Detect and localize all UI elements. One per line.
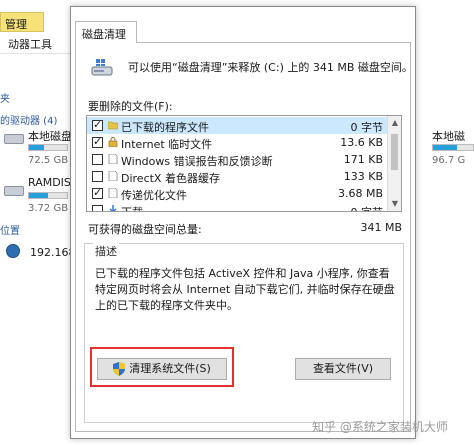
checkbox[interactable] [92,205,103,211]
folder-icon [108,121,118,130]
scroll-down-icon[interactable]: ▼ [388,197,401,211]
disk-cleanup-icon [91,59,113,76]
globe-icon [6,244,20,258]
drive-usage-bar [28,192,68,199]
checkbox[interactable] [92,154,103,165]
checkbox[interactable] [92,135,103,148]
highlight-annotation-box [90,347,234,387]
hard-drive-icon [4,186,24,196]
list-item[interactable]: 已下载的程序文件 0 字节 [87,117,389,134]
list-item[interactable]: Internet 临时文件 13.6 KB [87,134,389,151]
checkbox[interactable] [92,118,103,131]
file-icon [108,188,118,198]
list-item[interactable]: Windows 错误报告和反馈诊断 171 KB [87,151,389,168]
download-arrow-icon [109,205,117,211]
scroll-up-icon[interactable]: ▲ [388,116,401,130]
available-space-label: 可获得的磁盘空间总量: [88,223,202,236]
section-label-drives: 的驱动器 (4) [0,116,58,127]
watermark: 知乎 @系统之家装机大师 [312,420,448,434]
section-label-folders: 夹 [0,94,10,105]
file-icon [108,154,118,164]
list-item[interactable]: DirectX 着色器缓存 133 KB [87,168,389,185]
checkbox[interactable] [92,171,103,182]
drive-usage-bar [432,144,474,151]
lock-icon [108,137,118,147]
drive-usage-bar [28,144,68,151]
tab-disk-cleanup[interactable]: 磁盘清理 [75,21,137,43]
manage-tab[interactable]: 管理 [0,12,44,32]
list-item[interactable]: 下载 0 字节 [87,202,389,211]
files-to-delete-label: 要删除的文件(F): [88,100,173,113]
scroll-thumb[interactable] [391,134,398,170]
files-to-delete-list[interactable]: 已下载的程序文件 0 字节 Internet 临时文件 13.6 KB Wind… [86,115,402,212]
hard-drive-icon [4,134,24,144]
available-space-value: 341 MB [360,221,402,234]
description-title: 描述 [93,243,119,259]
view-files-button[interactable]: 查看文件(V) [295,358,391,380]
list-scrollbar[interactable]: ▲ ▼ [387,116,401,211]
drive-tools-ribbon[interactable]: 动器工具 [0,32,72,54]
description-group: 描述 已下载的程序文件包括 ActiveX 控件和 Java 小程序, 你查看特… [84,243,404,423]
checkbox[interactable] [92,186,103,199]
file-icon [108,171,118,181]
available-space: 可获得的磁盘空间总量: 341 MB [88,221,404,237]
list-item[interactable]: 传递优化文件 3.68 MB [87,185,389,202]
description-text: 已下载的程序文件包括 ActiveX 控件和 Java 小程序, 你查看特定网页… [95,267,395,312]
cleanup-summary: 可以使用“磁盘清理”来释放 (C:) 上的 341 MB 磁盘空间。 [128,61,413,74]
section-label-network: 位置 [0,226,20,237]
